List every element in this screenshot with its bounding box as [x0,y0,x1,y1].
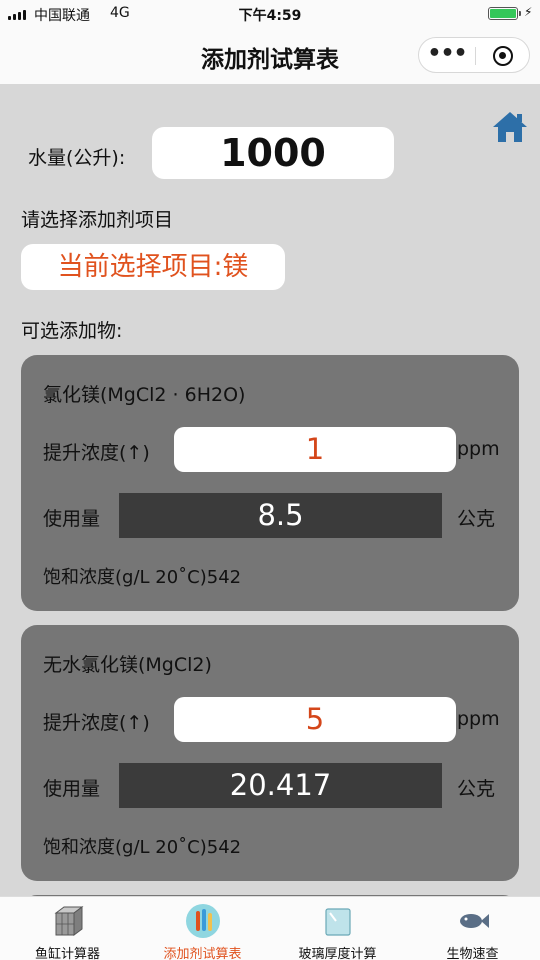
glass-icon [324,908,351,936]
additive-name: 氯化镁(MgCl2 · 6H2O) [43,384,246,406]
aquarium-icon [54,906,83,936]
boost-concentration-input[interactable]: 1 [174,427,456,472]
status-time: 下午4:59 [238,8,302,24]
tab-species-lookup[interactable]: 生物速查 [405,897,540,960]
current-selection-button[interactable]: 当前选择项目:镁 [21,244,285,290]
boost-unit: ppm [457,438,500,460]
tab-additive-calculator[interactable]: 添加剂试算表 [135,897,270,960]
usage-unit: 公克 [457,508,496,530]
tab-label: 生物速查 [446,947,499,960]
capsule-divider [475,47,476,65]
choose-additive-label: 请选择添加剂项目 [21,209,174,231]
dropper-icon [185,904,220,938]
tab-label: 添加剂试算表 [163,947,242,960]
home-icon[interactable] [491,110,529,144]
usage-label: 使用量 [43,508,101,530]
fish-icon [459,914,489,928]
additive-name: 无水氯化镁(MgCl2) [43,654,212,676]
water-amount-label: 水量(公升): [28,147,126,169]
tab-aquarium-calculator[interactable]: 鱼缸计算器 [0,897,135,960]
usage-unit: 公克 [457,778,496,800]
usage-amount-value: 20.417 [119,763,442,808]
tab-label: 鱼缸计算器 [34,947,100,960]
charging-icon: ⚡ [524,5,533,19]
more-button[interactable]: ••• [419,42,475,66]
nav-bar: 添加剂试算表 ••• [0,28,540,84]
addable-items-label: 可选添加物: [21,320,123,342]
saturation-info: 饱和浓度(g/L 20˚C)542 [43,837,242,858]
mini-program-capsule: ••• [418,37,530,73]
tab-glass-thickness[interactable]: 玻璃厚度计算 [270,897,405,960]
close-mini-program-button[interactable] [493,46,513,66]
additive-card: 无水氯化镁(MgCl2) 提升浓度(↑) 5 ppm 使用量 20.417 公克… [21,625,519,881]
tab-bar: 鱼缸计算器 添加剂试算表 玻璃厚度计算 生物速查 [0,896,540,960]
boost-label: 提升浓度(↑) [43,712,150,734]
tab-label: 玻璃厚度计算 [298,947,377,960]
boost-concentration-input[interactable]: 5 [174,697,456,742]
water-amount-input[interactable]: 1000 [152,127,394,179]
saturation-info: 饱和浓度(g/L 20˚C)542 [43,567,242,588]
status-bar: 中国联通 4G 下午4:59 ⚡ [0,0,540,28]
usage-label: 使用量 [43,778,101,800]
additive-card: 氯化镁(MgCl2 · 6H2O) 提升浓度(↑) 1 ppm 使用量 8.5 … [21,355,519,611]
boost-unit: ppm [457,708,500,730]
boost-label: 提升浓度(↑) [43,442,150,464]
usage-amount-value: 8.5 [119,493,442,538]
battery-icon [488,7,521,20]
